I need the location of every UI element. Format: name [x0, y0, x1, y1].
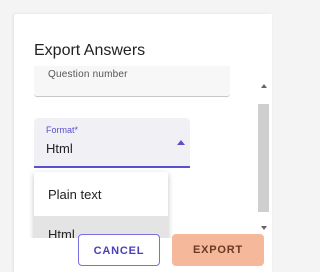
- format-label: Format*: [46, 125, 79, 135]
- question-number-value: Question number: [48, 69, 128, 80]
- cancel-button[interactable]: CANCEL: [78, 234, 160, 266]
- scroll-up-icon[interactable]: [261, 84, 267, 88]
- menu-item-plain-text[interactable]: Plain text: [34, 176, 168, 214]
- scroll-thumb[interactable]: [258, 104, 269, 212]
- dialog-title: Export Answers: [34, 42, 146, 59]
- format-select[interactable]: Format* Html: [34, 118, 190, 168]
- dialog-content: Question number Format* Html Plain text …: [28, 66, 272, 238]
- question-number-field[interactable]: Question number: [34, 66, 230, 97]
- format-value: Html: [46, 141, 73, 156]
- scroll-down-icon[interactable]: [261, 226, 267, 230]
- format-dropdown-menu: Plain text Html: [34, 172, 168, 238]
- export-button[interactable]: EXPORT: [172, 234, 264, 266]
- arrow-up-icon[interactable]: [177, 140, 185, 145]
- dialog-scrollbar[interactable]: [258, 66, 272, 238]
